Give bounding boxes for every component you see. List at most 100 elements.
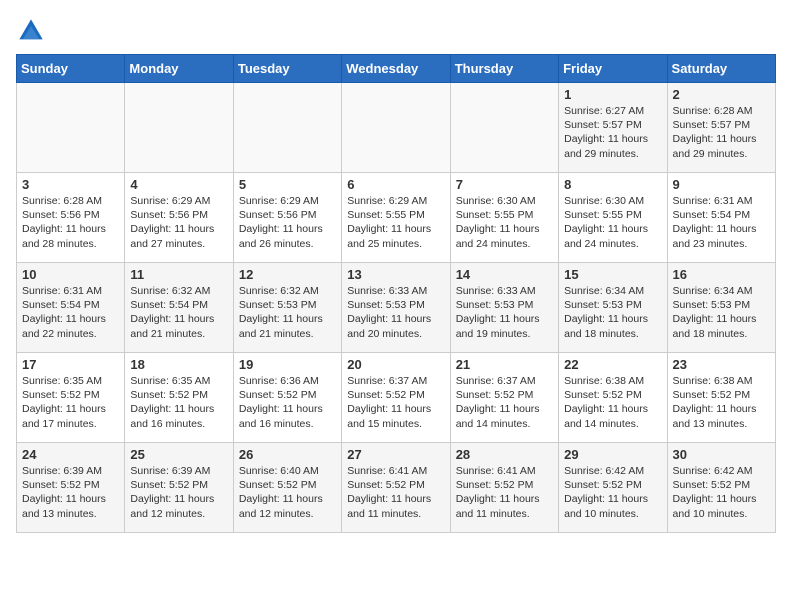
day-info: Sunrise: 6:39 AMSunset: 5:52 PMDaylight:… [130, 464, 227, 521]
day-number: 8 [564, 177, 661, 192]
day-cell: 16 Sunrise: 6:34 AMSunset: 5:53 PMDayligh… [667, 263, 775, 353]
day-number: 19 [239, 357, 336, 372]
day-number: 27 [347, 447, 444, 462]
day-number: 22 [564, 357, 661, 372]
day-cell: 17 Sunrise: 6:35 AMSunset: 5:52 PMDayligh… [17, 353, 125, 443]
logo-icon [16, 16, 46, 46]
day-number: 2 [673, 87, 770, 102]
day-info: Sunrise: 6:34 AMSunset: 5:53 PMDaylight:… [564, 284, 661, 341]
day-number: 18 [130, 357, 227, 372]
day-number: 7 [456, 177, 553, 192]
weekday-header-monday: Monday [125, 55, 233, 83]
day-info: Sunrise: 6:35 AMSunset: 5:52 PMDaylight:… [22, 374, 119, 431]
logo [16, 16, 50, 46]
weekday-row: SundayMondayTuesdayWednesdayThursdayFrid… [17, 55, 776, 83]
week-row-2: 3Sunrise: 6:28 AMSunset: 5:56 PMDaylight… [17, 173, 776, 263]
day-info: Sunrise: 6:41 AMSunset: 5:52 PMDaylight:… [347, 464, 444, 521]
day-cell: 29 Sunrise: 6:42 AMSunset: 5:52 PMDayligh… [559, 443, 667, 533]
week-row-1: 1Sunrise: 6:27 AMSunset: 5:57 PMDaylight… [17, 83, 776, 173]
day-number: 10 [22, 267, 119, 282]
day-info: Sunrise: 6:41 AMSunset: 5:52 PMDaylight:… [456, 464, 553, 521]
day-cell: 28 Sunrise: 6:41 AMSunset: 5:52 PMDayligh… [450, 443, 558, 533]
day-info: Sunrise: 6:30 AMSunset: 5:55 PMDaylight:… [456, 194, 553, 251]
day-info: Sunrise: 6:31 AMSunset: 5:54 PMDaylight:… [673, 194, 770, 251]
day-info: Sunrise: 6:35 AMSunset: 5:52 PMDaylight:… [130, 374, 227, 431]
day-info: Sunrise: 6:29 AMSunset: 5:56 PMDaylight:… [239, 194, 336, 251]
page-header [16, 16, 776, 46]
day-cell: 26Sunrise: 6:40 AMSunset: 5:52 PMDayligh… [233, 443, 341, 533]
day-info: Sunrise: 6:30 AMSunset: 5:55 PMDaylight:… [564, 194, 661, 251]
day-cell: 19 Sunrise: 6:36 AMSunset: 5:52 PMDayligh… [233, 353, 341, 443]
day-info: Sunrise: 6:28 AMSunset: 5:57 PMDaylight:… [673, 104, 770, 161]
day-info: Sunrise: 6:29 AMSunset: 5:56 PMDaylight:… [130, 194, 227, 251]
day-cell: 27 Sunrise: 6:41 AMSunset: 5:52 PMDayligh… [342, 443, 450, 533]
day-cell: 1Sunrise: 6:27 AMSunset: 5:57 PMDaylight… [559, 83, 667, 173]
day-cell: 14 Sunrise: 6:33 AMSunset: 5:53 PMDayligh… [450, 263, 558, 353]
day-number: 15 [564, 267, 661, 282]
day-cell: 20 Sunrise: 6:37 AMSunset: 5:52 PMDayligh… [342, 353, 450, 443]
day-cell [233, 83, 341, 173]
day-cell: 30 Sunrise: 6:42 AMSunset: 5:52 PMDayligh… [667, 443, 775, 533]
day-info: Sunrise: 6:34 AMSunset: 5:53 PMDaylight:… [673, 284, 770, 341]
day-number: 20 [347, 357, 444, 372]
day-info: Sunrise: 6:42 AMSunset: 5:52 PMDaylight:… [673, 464, 770, 521]
day-number: 1 [564, 87, 661, 102]
day-number: 17 [22, 357, 119, 372]
calendar-header: SundayMondayTuesdayWednesdayThursdayFrid… [17, 55, 776, 83]
day-number: 12 [239, 267, 336, 282]
day-number: 13 [347, 267, 444, 282]
weekday-header-friday: Friday [559, 55, 667, 83]
day-cell: 3Sunrise: 6:28 AMSunset: 5:56 PMDaylight… [17, 173, 125, 263]
day-cell: 2 Sunrise: 6:28 AMSunset: 5:57 PMDaylight… [667, 83, 775, 173]
day-info: Sunrise: 6:32 AMSunset: 5:53 PMDaylight:… [239, 284, 336, 341]
day-cell: 12 Sunrise: 6:32 AMSunset: 5:53 PMDayligh… [233, 263, 341, 353]
day-info: Sunrise: 6:32 AMSunset: 5:54 PMDaylight:… [130, 284, 227, 341]
day-cell: 15 Sunrise: 6:34 AMSunset: 5:53 PMDayligh… [559, 263, 667, 353]
weekday-header-saturday: Saturday [667, 55, 775, 83]
day-info: Sunrise: 6:33 AMSunset: 5:53 PMDaylight:… [347, 284, 444, 341]
day-number: 21 [456, 357, 553, 372]
calendar: SundayMondayTuesdayWednesdayThursdayFrid… [16, 54, 776, 533]
day-cell: 8 Sunrise: 6:30 AMSunset: 5:55 PMDaylight… [559, 173, 667, 263]
day-number: 6 [347, 177, 444, 192]
day-number: 4 [130, 177, 227, 192]
day-info: Sunrise: 6:36 AMSunset: 5:52 PMDaylight:… [239, 374, 336, 431]
day-cell: 24 Sunrise: 6:39 AMSunset: 5:52 PMDayligh… [17, 443, 125, 533]
day-number: 5 [239, 177, 336, 192]
day-cell [342, 83, 450, 173]
day-number: 28 [456, 447, 553, 462]
day-info: Sunrise: 6:38 AMSunset: 5:52 PMDaylight:… [673, 374, 770, 431]
weekday-header-tuesday: Tuesday [233, 55, 341, 83]
day-info: Sunrise: 6:37 AMSunset: 5:52 PMDaylight:… [347, 374, 444, 431]
day-number: 23 [673, 357, 770, 372]
day-number: 29 [564, 447, 661, 462]
day-cell: 22 Sunrise: 6:38 AMSunset: 5:52 PMDayligh… [559, 353, 667, 443]
day-number: 24 [22, 447, 119, 462]
day-cell: 18 Sunrise: 6:35 AMSunset: 5:52 PMDayligh… [125, 353, 233, 443]
day-info: Sunrise: 6:42 AMSunset: 5:52 PMDaylight:… [564, 464, 661, 521]
week-row-4: 17 Sunrise: 6:35 AMSunset: 5:52 PMDayligh… [17, 353, 776, 443]
day-cell: 21Sunrise: 6:37 AMSunset: 5:52 PMDayligh… [450, 353, 558, 443]
week-row-3: 10Sunrise: 6:31 AMSunset: 5:54 PMDayligh… [17, 263, 776, 353]
day-cell: 7 Sunrise: 6:30 AMSunset: 5:55 PMDaylight… [450, 173, 558, 263]
weekday-header-thursday: Thursday [450, 55, 558, 83]
day-cell [450, 83, 558, 173]
day-info: Sunrise: 6:33 AMSunset: 5:53 PMDaylight:… [456, 284, 553, 341]
day-info: Sunrise: 6:40 AMSunset: 5:52 PMDaylight:… [239, 464, 336, 521]
day-cell: 5 Sunrise: 6:29 AMSunset: 5:56 PMDaylight… [233, 173, 341, 263]
day-number: 14 [456, 267, 553, 282]
week-row-5: 24 Sunrise: 6:39 AMSunset: 5:52 PMDayligh… [17, 443, 776, 533]
day-number: 25 [130, 447, 227, 462]
day-info: Sunrise: 6:38 AMSunset: 5:52 PMDaylight:… [564, 374, 661, 431]
day-number: 30 [673, 447, 770, 462]
day-cell: 9Sunrise: 6:31 AMSunset: 5:54 PMDaylight… [667, 173, 775, 263]
day-info: Sunrise: 6:39 AMSunset: 5:52 PMDaylight:… [22, 464, 119, 521]
day-number: 16 [673, 267, 770, 282]
weekday-header-sunday: Sunday [17, 55, 125, 83]
day-cell: 23 Sunrise: 6:38 AMSunset: 5:52 PMDayligh… [667, 353, 775, 443]
day-cell: 6Sunrise: 6:29 AMSunset: 5:55 PMDaylight… [342, 173, 450, 263]
day-cell [17, 83, 125, 173]
weekday-header-wednesday: Wednesday [342, 55, 450, 83]
day-info: Sunrise: 6:28 AMSunset: 5:56 PMDaylight:… [22, 194, 119, 251]
day-cell: 4 Sunrise: 6:29 AMSunset: 5:56 PMDaylight… [125, 173, 233, 263]
